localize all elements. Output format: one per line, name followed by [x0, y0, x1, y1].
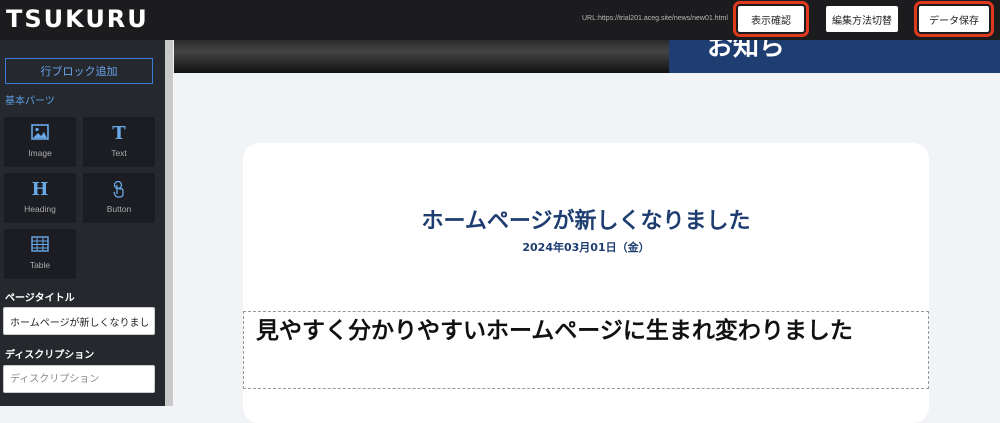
button-icon [83, 180, 155, 200]
article-card: ホームページが新しくなりました 2024年03月01日（金） 見やすく分かりやす… [243, 143, 929, 423]
image-icon [4, 124, 76, 144]
description-input[interactable] [3, 365, 155, 393]
hero-banner-text: お知ら [707, 40, 786, 62]
hero-banner: お知ら [669, 40, 1000, 73]
part-image[interactable]: Image [4, 117, 76, 167]
basic-parts-label: 基本パーツ [5, 96, 55, 107]
save-data-button[interactable]: データ保存 [914, 1, 994, 37]
sidebar: 行ブロック追加 基本パーツ Image T Text H Heading But… [0, 40, 165, 406]
article-date: 2024年03月01日（金） [522, 241, 650, 254]
part-text-label: Text [111, 148, 127, 158]
top-bar: TSUKURU URL:https://trial201.aceg.site/n… [0, 0, 1000, 40]
part-text[interactable]: T Text [83, 117, 155, 167]
add-row-block-button[interactable]: 行ブロック追加 [5, 58, 153, 84]
app-logo: TSUKURU [6, 5, 149, 33]
heading-block[interactable]: 見やすく分かりやすいホームページに生まれ変わりました [243, 311, 929, 389]
sidebar-scrollbar[interactable] [165, 40, 173, 406]
description-label: ディスクリプション [5, 350, 95, 361]
part-table-label: Table [29, 260, 51, 270]
part-button[interactable]: Button [83, 173, 155, 223]
hero-image [174, 40, 669, 73]
page-url: URL:https://trial201.aceg.site/news/new0… [582, 15, 728, 22]
page-title-input[interactable] [3, 307, 155, 335]
part-table[interactable]: Table [4, 229, 76, 279]
text-icon: T [112, 123, 126, 144]
preview-button[interactable]: 表示確認 [733, 1, 809, 37]
heading-text[interactable]: 見やすく分かりやすいホームページに生まれ変わりました [256, 314, 916, 348]
part-button-label: Button [106, 204, 132, 214]
article-title[interactable]: ホームページが新しくなりました [243, 203, 929, 235]
edit-mode-toggle-button[interactable]: 編集方法切替 [826, 6, 898, 32]
page-title-label: ページタイトル [5, 293, 75, 304]
heading-icon: H [31, 179, 49, 200]
table-icon [4, 236, 76, 256]
part-image-label: Image [28, 148, 52, 158]
part-heading[interactable]: H Heading [4, 173, 76, 223]
part-heading-label: Heading [24, 204, 56, 214]
